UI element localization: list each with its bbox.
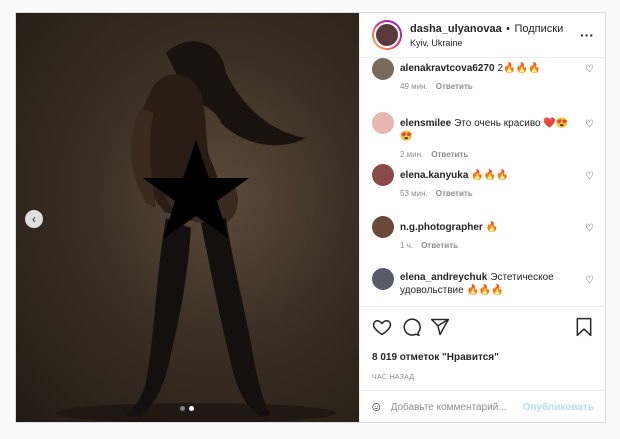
post-actions: 8 019 отметок "Нравится" ЧАС НАЗАД bbox=[360, 306, 606, 391]
header-text: dasha_ulyanovaa • Подписки Kyiv, Ukraine bbox=[410, 21, 563, 50]
share-icon[interactable] bbox=[430, 317, 450, 337]
comment-item: elena_andreychuk Эстетическое удовольстви… bbox=[360, 266, 606, 306]
post-photo[interactable]: ‹ bbox=[16, 13, 359, 422]
comment-text-line: elensmilee Это очень красиво ❤️😍😍 bbox=[400, 110, 580, 143]
heart-icon[interactable]: ♡ bbox=[585, 223, 594, 234]
comment-meta: 2 мин. Ответить bbox=[400, 150, 580, 159]
comment-meta: 53 мин. Ответить bbox=[400, 189, 580, 198]
post-card: ‹ dasha_ulyanovaa • Подписки Kyiv, Ukrai… bbox=[15, 12, 606, 423]
reply-button[interactable]: Ответить bbox=[431, 150, 468, 159]
chevron-left-icon: ‹ bbox=[32, 212, 36, 226]
comment-avatar[interactable] bbox=[372, 216, 394, 238]
comment-meta: 1 ч. Ответить bbox=[400, 241, 580, 250]
post-sidebar: dasha_ulyanovaa • Подписки Kyiv, Ukraine… bbox=[359, 13, 606, 422]
comment-text: 🔥🔥🔥 bbox=[471, 170, 509, 181]
avatar-image bbox=[374, 22, 400, 48]
comment-time: 1 ч. bbox=[400, 241, 414, 250]
comment-text-line: alenakravtcova6270 2🔥🔥🔥 bbox=[400, 58, 580, 75]
comment-username[interactable]: elena.kanyuka bbox=[400, 170, 468, 181]
follow-button[interactable]: Подписки bbox=[514, 23, 563, 35]
heart-icon[interactable] bbox=[372, 317, 392, 337]
carousel-dot bbox=[180, 406, 185, 411]
comment-icon[interactable] bbox=[401, 317, 421, 337]
bookmark-icon[interactable] bbox=[574, 317, 594, 337]
heart-icon[interactable]: ♡ bbox=[585, 119, 594, 130]
carousel-dot-active bbox=[189, 406, 194, 411]
reply-button[interactable]: Ответить bbox=[436, 82, 473, 91]
heart-icon[interactable]: ♡ bbox=[585, 171, 594, 182]
comment-username[interactable]: elensmilee bbox=[400, 118, 451, 129]
comment-text-line: n.g.photographer 🔥 bbox=[400, 214, 580, 234]
comment-username[interactable]: alenakravtcova6270 bbox=[400, 63, 495, 74]
comment-item: alenakravtcova6270 2🔥🔥🔥 49 мин. Ответить ♡ bbox=[360, 58, 606, 110]
post-header: dasha_ulyanovaa • Подписки Kyiv, Ukraine… bbox=[360, 13, 606, 58]
comment-item: elena.kanyuka 🔥🔥🔥 53 мин. Ответить ♡ bbox=[360, 162, 606, 214]
separator: • bbox=[506, 22, 511, 35]
comment-text: 🔥 bbox=[485, 222, 499, 233]
heart-icon[interactable]: ♡ bbox=[585, 275, 594, 286]
comment-text: 2🔥🔥🔥 bbox=[497, 63, 541, 74]
comment-avatar[interactable] bbox=[372, 164, 394, 186]
comment-time: 2 мин. bbox=[400, 150, 424, 159]
comment-list[interactable]: alenakravtcova6270 2🔥🔥🔥 49 мин. Ответить ♡… bbox=[360, 58, 606, 306]
comment-meta: 49 мин. Ответить bbox=[400, 82, 580, 91]
post-time: ЧАС НАЗАД bbox=[372, 374, 415, 381]
carousel-dots bbox=[180, 406, 194, 411]
comment-avatar[interactable] bbox=[372, 112, 394, 134]
post-username[interactable]: dasha_ulyanovaa bbox=[410, 23, 502, 35]
comment-username[interactable]: elena_andreychuk bbox=[400, 272, 487, 283]
comment-text-line: elena_andreychuk Эстетическое удовольстви… bbox=[400, 266, 580, 297]
reply-button[interactable]: Ответить bbox=[436, 189, 473, 198]
add-comment-bar: Опубликовать bbox=[360, 390, 606, 423]
comment-username[interactable]: n.g.photographer bbox=[400, 222, 483, 233]
heart-icon[interactable]: ♡ bbox=[585, 64, 594, 75]
comment-item: n.g.photographer 🔥 1 ч. Ответить ♡ bbox=[360, 214, 606, 266]
comment-time: 53 мин. bbox=[400, 189, 428, 198]
publish-button[interactable]: Опубликовать bbox=[523, 402, 594, 413]
comment-time: 49 мин. bbox=[400, 82, 428, 91]
more-horizontal-icon[interactable]: ··· bbox=[580, 27, 594, 43]
comment-item: elensmilee Это очень красиво ❤️😍😍 2 мин. О… bbox=[360, 110, 606, 162]
photo-illustration bbox=[56, 41, 336, 422]
avatar[interactable] bbox=[372, 20, 402, 50]
reply-button[interactable]: Ответить bbox=[421, 241, 458, 250]
comment-text-line: elena.kanyuka 🔥🔥🔥 bbox=[400, 162, 580, 182]
comment-avatar[interactable] bbox=[372, 268, 394, 290]
emoji-icon[interactable] bbox=[372, 398, 381, 416]
comment-input[interactable] bbox=[390, 401, 523, 413]
action-icons bbox=[372, 317, 594, 339]
likes-count[interactable]: 8 019 отметок "Нравится" bbox=[372, 352, 499, 363]
carousel-prev-button[interactable]: ‹ bbox=[25, 210, 43, 228]
post-location[interactable]: Kyiv, Ukraine bbox=[410, 36, 563, 50]
comment-avatar[interactable] bbox=[372, 58, 394, 80]
